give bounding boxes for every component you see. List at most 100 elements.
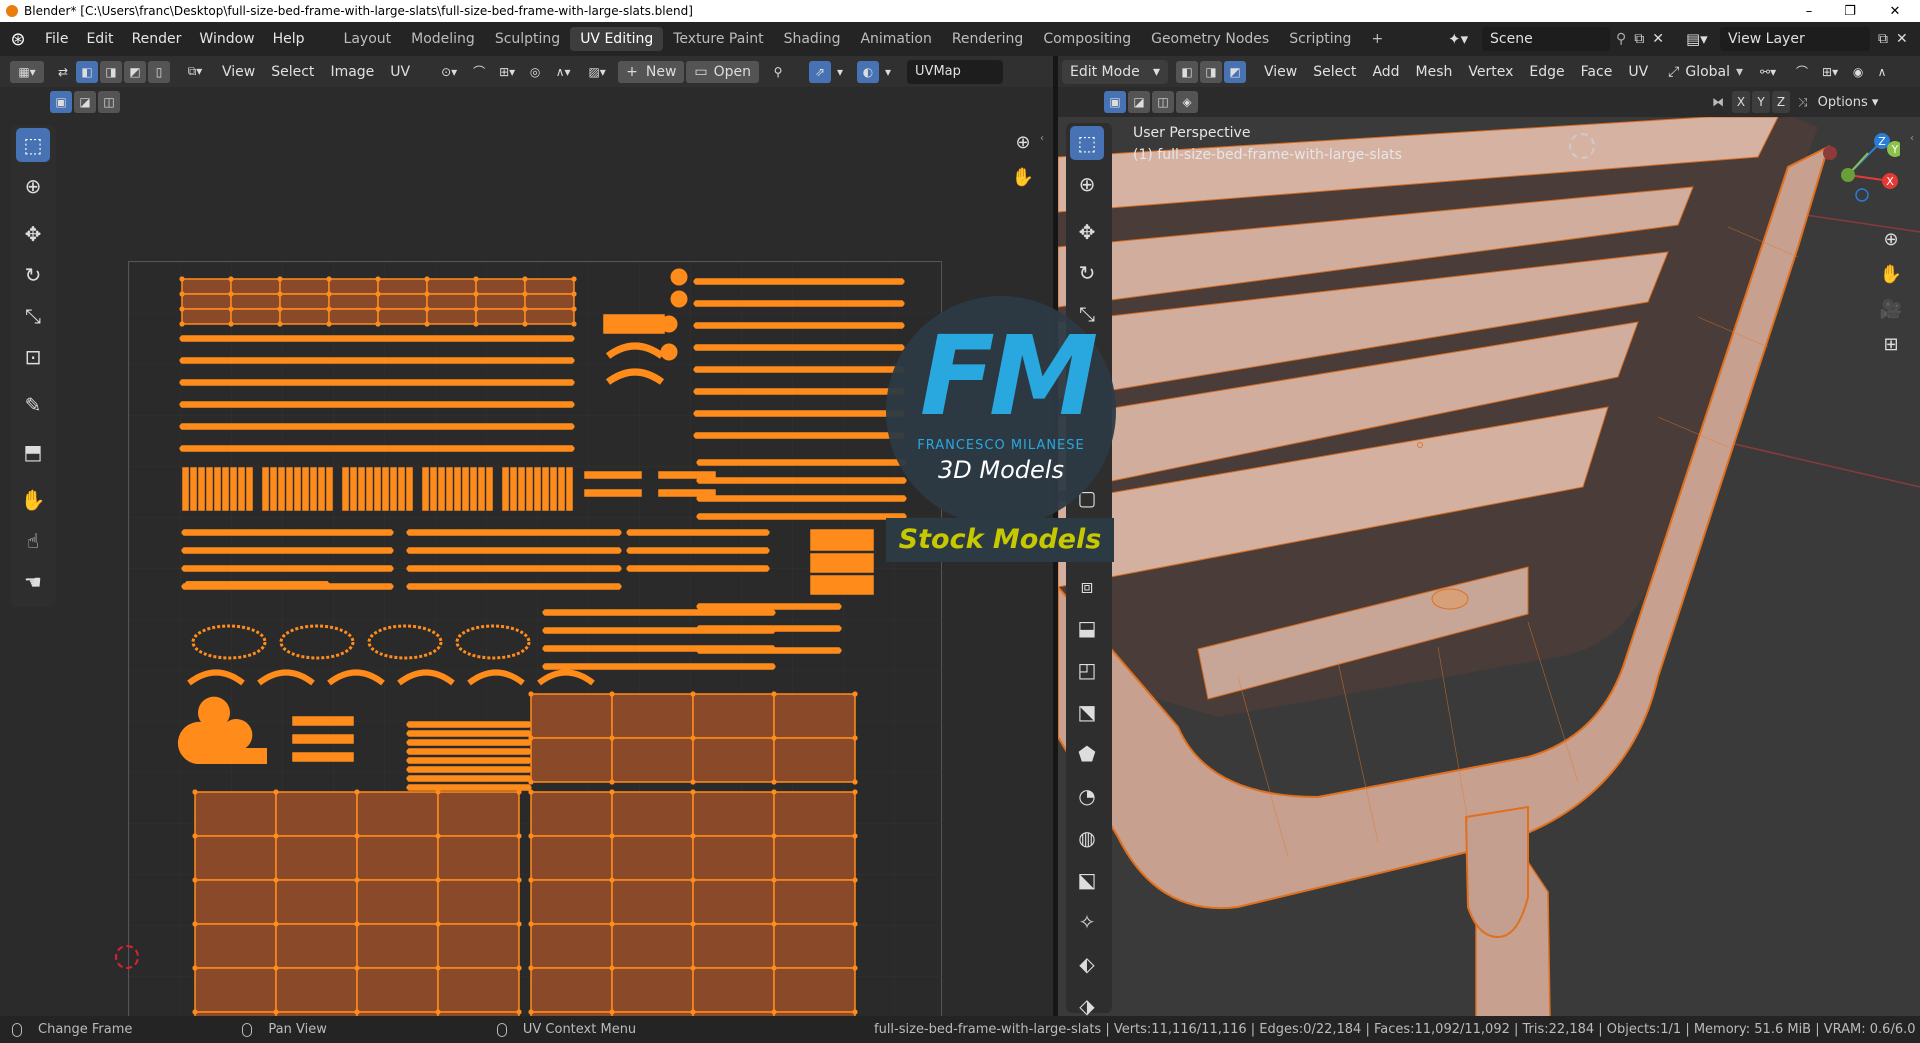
2d-cursor-icon[interactable] — [115, 945, 139, 969]
vertex-mode-icon[interactable]: ◧ — [1176, 60, 1198, 83]
vp-cursor-tool-icon[interactable]: ⊕ — [1070, 167, 1104, 201]
face-select-mode-icon[interactable]: ◩ — [124, 60, 146, 83]
select-box-tool-icon[interactable]: ⬚ — [16, 128, 50, 162]
new-image-button[interactable]: + New — [618, 60, 685, 83]
scene-icon[interactable]: ✦▾ — [1448, 30, 1482, 48]
vp-menu-face[interactable]: Face — [1573, 64, 1621, 80]
scale-tool-icon[interactable]: ⤡ — [16, 299, 50, 333]
view-layer-icon[interactable]: ▤▾ — [1686, 30, 1720, 48]
pan-hand-icon[interactable]: ✋ — [1008, 162, 1038, 192]
snap-target-icon[interactable]: ⊞▾ — [492, 61, 522, 83]
vertex-select-mode-icon[interactable]: ◧ — [76, 60, 98, 83]
mirror-z-toggle[interactable]: Z — [1772, 91, 1790, 113]
rip-region-tool-icon[interactable]: ⬗ — [1070, 989, 1104, 1016]
uv-menu-image[interactable]: Image — [322, 64, 382, 80]
snap-icon[interactable]: ⌒ — [468, 61, 490, 83]
edge-mode-icon[interactable]: ◨ — [1200, 60, 1222, 83]
vp-select-subtract-icon[interactable]: ◫ — [1152, 91, 1174, 113]
vp-rotate-tool-icon[interactable]: ↻ — [1070, 256, 1104, 290]
vp-pan-hand-icon[interactable]: ✋ — [1876, 259, 1906, 289]
vp-menu-uv[interactable]: UV — [1620, 64, 1656, 80]
uv-select-new-icon[interactable]: ▣ — [50, 91, 72, 113]
pin-image-icon[interactable]: ⚲ — [767, 61, 789, 83]
pivot-point-icon[interactable]: ⊙▾ — [432, 61, 466, 83]
tab-compositing[interactable]: Compositing — [1033, 27, 1141, 51]
annotate-tool-icon[interactable]: ✎ — [16, 388, 50, 422]
menu-window[interactable]: Window — [190, 31, 263, 47]
vp-menu-mesh[interactable]: Mesh — [1408, 64, 1461, 80]
mirror-icon[interactable]: ⧓ — [1712, 95, 1724, 109]
vp-sidebar-toggle-icon[interactable]: ‹ — [1910, 133, 1914, 144]
tab-modeling[interactable]: Modeling — [401, 27, 485, 51]
loop-cut-tool-icon[interactable]: ⬔ — [1070, 695, 1104, 729]
uv-select-extend-icon[interactable]: ◪ — [74, 91, 96, 113]
vp-select-new-icon[interactable]: ▣ — [1104, 91, 1126, 113]
menu-edit[interactable]: Edit — [77, 31, 122, 47]
close-button[interactable]: ✕ — [1872, 0, 1918, 22]
3d-viewport[interactable]: User Perspective (1) full-size-bed-frame… — [1058, 117, 1920, 1016]
scene-selector[interactable]: Scene — [1482, 27, 1610, 51]
shrink-fatten-tool-icon[interactable]: ✧ — [1070, 905, 1104, 939]
cursor-tool-icon[interactable]: ⊕ — [16, 169, 50, 203]
maximize-button[interactable]: ❐ — [1827, 0, 1873, 22]
zoom-icon[interactable]: ⊕ — [1008, 127, 1038, 157]
vp-snap-target-icon[interactable]: ⊞▾ — [1815, 61, 1845, 83]
face-mode-icon[interactable]: ◩ — [1224, 60, 1246, 83]
relax-tool-icon[interactable]: ☝ — [16, 524, 50, 558]
view-layer-selector[interactable]: View Layer — [1720, 27, 1870, 51]
uv-menu-uv[interactable]: UV — [382, 64, 418, 80]
vp-select-extend-icon[interactable]: ◪ — [1128, 91, 1150, 113]
vp-menu-view[interactable]: View — [1256, 64, 1305, 80]
mode-selector[interactable]: Edit Mode ▾ — [1062, 59, 1168, 84]
edge-slide-tool-icon[interactable]: ⬕ — [1070, 863, 1104, 897]
edge-select-mode-icon[interactable]: ◨ — [100, 60, 122, 83]
3d-cursor-icon[interactable] — [1569, 133, 1595, 159]
new-scene-icon[interactable]: ⧉ — [1634, 31, 1644, 47]
knife-tool-icon[interactable]: ⬟ — [1070, 737, 1104, 771]
pivot-icon[interactable]: ⚯▾ — [1753, 61, 1783, 83]
perspective-toggle-icon[interactable]: ⊞ — [1876, 329, 1906, 359]
move-tool-icon[interactable]: ✥ — [16, 217, 50, 251]
tab-geometry-nodes[interactable]: Geometry Nodes — [1141, 27, 1279, 51]
smooth-tool-icon[interactable]: ◍ — [1070, 821, 1104, 855]
mirror-x-toggle[interactable]: X — [1732, 91, 1750, 113]
bevel-tool-icon[interactable]: ◰ — [1070, 653, 1104, 687]
pin-icon[interactable]: ⚲ — [1616, 31, 1626, 47]
vp-snap-icon[interactable]: ⌒ — [1791, 61, 1813, 83]
navigation-gizmo[interactable]: Z Y X — [1820, 131, 1900, 211]
sticky-selection-icon[interactable]: ⧉▾ — [178, 61, 212, 83]
menu-file[interactable]: File — [36, 31, 77, 47]
sync-selection-icon[interactable]: ⇄ — [52, 61, 74, 83]
island-select-mode-icon[interactable]: ▯ — [148, 60, 170, 83]
uv-snap-dropdown-icon[interactable]: ▾ — [833, 61, 847, 83]
remove-view-layer-icon[interactable]: ✕ — [1896, 31, 1908, 47]
vp-menu-add[interactable]: Add — [1364, 64, 1407, 80]
orientation-icon[interactable]: ⤢ — [1668, 64, 1679, 80]
vp-falloff-icon[interactable]: ∧ — [1871, 61, 1893, 83]
blender-menu-icon[interactable]: ⊛ — [0, 29, 36, 50]
image-browse-icon[interactable]: ▨▾ — [580, 61, 614, 83]
uv-editor-area[interactable]: ⬚ ⊕ ✥ ↻ ⤡ ⊡ ✎ ⬒ ✋ ☝ ☚ ⊕ ✋ ‹ — [0, 117, 1053, 1016]
add-cube-tool-icon[interactable]: ▢ — [1070, 481, 1104, 515]
uv-select-subtract-icon[interactable]: ◫ — [98, 91, 120, 113]
tab-shading[interactable]: Shading — [774, 27, 851, 51]
open-image-button[interactable]: ▭ Open — [686, 60, 760, 83]
overlay-dropdown-icon[interactable]: ▾ — [881, 61, 895, 83]
mirror-y-toggle[interactable]: Y — [1752, 91, 1770, 113]
falloff-icon[interactable]: ∧▾ — [548, 61, 578, 83]
uv-snap-icon[interactable]: ⇗ — [809, 60, 832, 83]
inset-tool-icon[interactable]: ⬓ — [1070, 611, 1104, 645]
orientation-selector[interactable]: Global — [1685, 64, 1730, 80]
auto-merge-icon[interactable]: ⤨ — [1798, 95, 1808, 110]
vp-menu-select[interactable]: Select — [1305, 64, 1364, 80]
new-view-layer-icon[interactable]: ⧉ — [1878, 31, 1888, 47]
proportional-editing-icon[interactable]: ◎ — [524, 61, 546, 83]
remove-scene-icon[interactable]: ✕ — [1652, 31, 1664, 47]
tab-uv-editing[interactable]: UV Editing — [570, 27, 664, 51]
vp-select-invert-icon[interactable]: ◈ — [1176, 91, 1198, 113]
vp-menu-vertex[interactable]: Vertex — [1460, 64, 1521, 80]
vp-move-tool-icon[interactable]: ✥ — [1070, 215, 1104, 249]
grab-tool-icon[interactable]: ✋ — [16, 483, 50, 517]
spin-tool-icon[interactable]: ◔ — [1070, 779, 1104, 813]
add-workspace-button[interactable]: + — [1361, 27, 1393, 51]
